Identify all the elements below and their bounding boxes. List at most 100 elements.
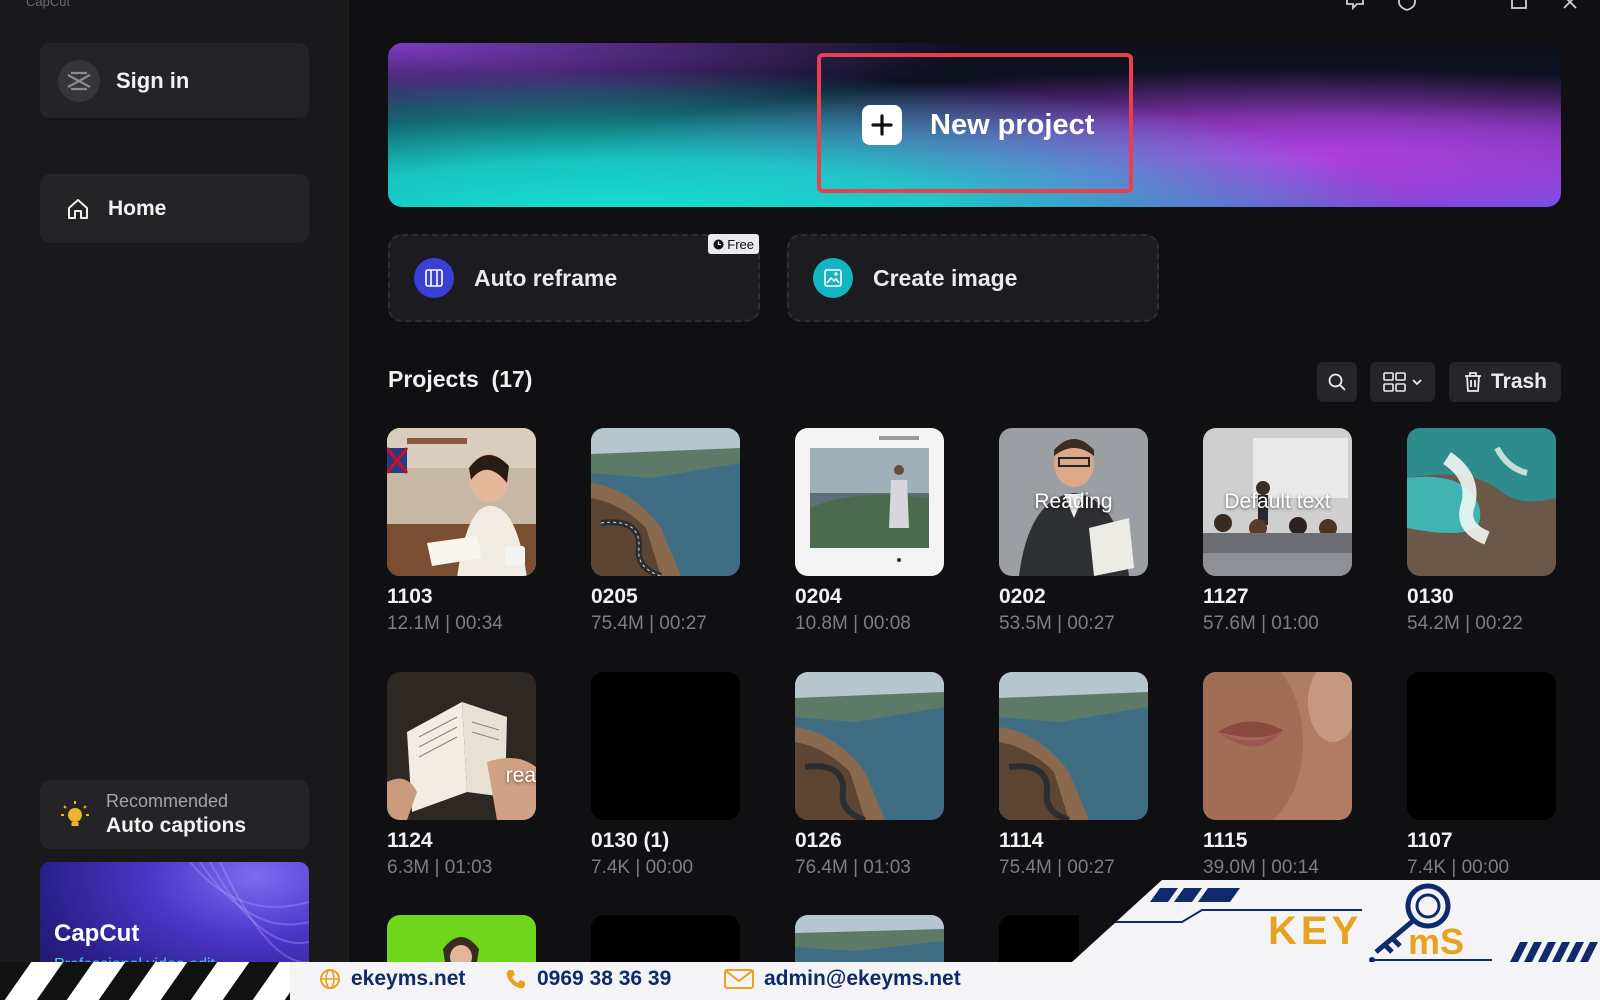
sidebar-item-home[interactable]: Home: [40, 174, 309, 243]
project-thumbnail[interactable]: [387, 915, 536, 962]
project-thumbnail[interactable]: [1407, 428, 1556, 576]
project-card[interactable]: 1115 39.0M | 00:14: [1203, 672, 1353, 879]
project-thumbnail[interactable]: [795, 672, 944, 820]
project-card[interactable]: 1114 75.4M | 00:27: [999, 672, 1149, 879]
free-badge: Free: [708, 234, 759, 254]
project-card[interactable]: 1103 12.1M | 00:34: [387, 428, 537, 635]
project-name: 0205: [591, 585, 638, 608]
project-name: 0130: [1407, 585, 1454, 608]
projects-title: Projects (17): [388, 366, 532, 393]
project-thumbnail[interactable]: [387, 428, 536, 576]
svg-text:mS: mS: [1408, 921, 1464, 962]
phone-icon: [506, 970, 525, 989]
promo-title: CapCut: [54, 920, 140, 947]
project-card[interactable]: Reading 0202 53.5M | 00:27: [999, 428, 1149, 635]
project-card[interactable]: 0126 76.4M | 01:03: [795, 672, 945, 879]
project-name: 1107: [1407, 829, 1453, 852]
project-card[interactable]: 0204 10.8M | 00:08: [795, 428, 945, 635]
project-thumbnail[interactable]: [591, 915, 740, 962]
project-card[interactable]: 1107 7.4K | 00:00: [1407, 672, 1557, 879]
project-thumbnail[interactable]: rea: [387, 672, 536, 820]
recommended-title: Auto captions: [106, 814, 246, 837]
project-meta: 57.6M | 01:00: [1203, 613, 1319, 634]
project-meta: 75.4M | 00:27: [591, 613, 707, 634]
project-meta: 39.0M | 00:14: [1203, 857, 1319, 878]
website-link[interactable]: ekeyms.net: [319, 967, 465, 991]
shield-icon[interactable]: [1395, 0, 1419, 12]
project-thumbnail[interactable]: [1203, 672, 1352, 820]
website-text: ekeyms.net: [351, 967, 466, 990]
projects-title-label: Projects: [388, 366, 479, 392]
project-name: 1124: [387, 829, 433, 852]
project-thumbnail[interactable]: [795, 915, 944, 962]
chevron-down-icon: [1411, 379, 1422, 386]
auto-reframe-label: Auto reframe: [474, 264, 618, 291]
project-thumbnail[interactable]: [999, 672, 1148, 820]
search-button[interactable]: [1317, 362, 1357, 402]
project-thumbnail[interactable]: [999, 915, 1079, 962]
project-name: 1103: [387, 585, 433, 608]
close-icon[interactable]: [1558, 0, 1582, 12]
recommended-auto-captions[interactable]: Recommended Auto captions: [40, 780, 309, 849]
feedback-icon[interactable]: [1343, 0, 1367, 12]
project-name: 1114: [999, 829, 1044, 852]
thumbnail-caption: rea: [505, 764, 536, 787]
project-name: 0130 (1): [591, 829, 670, 852]
thumbnail-caption: Default text: [1224, 490, 1331, 513]
project-card[interactable]: 0130 (1) 7.4K | 00:00: [591, 672, 741, 879]
project-name: 0202: [999, 585, 1046, 608]
project-thumbnail[interactable]: Default text: [1203, 428, 1352, 576]
project-card[interactable]: Default text 1127 57.6M | 01:00: [1203, 428, 1353, 635]
thumbnail-caption: Reading: [1034, 490, 1113, 513]
project-meta: 12.1M | 00:34: [387, 613, 503, 634]
project-thumbnail[interactable]: [591, 672, 740, 820]
sign-in-button[interactable]: Sign in: [40, 43, 309, 118]
plus-icon: [862, 105, 902, 145]
capcut-logo-icon: [58, 59, 100, 102]
keyms-logo-icon: KEY mS: [1268, 883, 1464, 962]
recommended-kicker: Recommended: [106, 791, 229, 811]
create-image-label: Create image: [873, 264, 1018, 291]
project-meta: 75.4M | 00:27: [999, 857, 1115, 878]
trash-label: Trash: [1490, 370, 1548, 393]
image-icon: [813, 258, 853, 298]
project-thumbnail[interactable]: [795, 428, 944, 576]
view-toggle-button[interactable]: [1370, 362, 1435, 402]
sign-in-label: Sign in: [116, 67, 190, 93]
maximize-icon[interactable]: [1507, 0, 1531, 12]
grid-view-icon: [1382, 372, 1406, 392]
project-card[interactable]: 0130 54.2M | 00:22: [1407, 428, 1557, 635]
project-meta: 10.8M | 00:08: [795, 613, 911, 634]
project-meta: 6.3M | 01:03: [387, 857, 493, 878]
project-meta: 54.2M | 00:22: [1407, 613, 1523, 634]
project-name: 1127: [1203, 585, 1249, 608]
auto-reframe-icon: [414, 258, 454, 298]
projects-count: (17): [491, 366, 533, 392]
brand-logo-panel: KEY mS: [1072, 880, 1600, 962]
new-project-button[interactable]: New project: [862, 105, 1094, 145]
create-image-card[interactable]: Create image: [787, 234, 1159, 322]
project-card[interactable]: rea 1124 6.3M | 01:03: [387, 672, 537, 879]
project-name: 1115: [1203, 829, 1248, 852]
mail-icon: [724, 969, 754, 989]
svg-text:KEY: KEY: [1268, 909, 1362, 953]
project-name: 0126: [795, 829, 842, 852]
project-meta: 7.4K | 00:00: [591, 857, 694, 878]
home-icon: [64, 195, 92, 223]
email-text: admin@ekeyms.net: [764, 967, 961, 990]
email-link[interactable]: admin@ekeyms.net: [724, 967, 961, 991]
project-card[interactable]: 0205 75.4M | 00:27: [591, 428, 741, 635]
stripe-decoration: [0, 962, 290, 1000]
trash-button[interactable]: Trash: [1449, 362, 1561, 402]
project-thumbnail[interactable]: Reading: [999, 428, 1148, 576]
project-thumbnail[interactable]: [591, 428, 740, 576]
globe-icon: [320, 969, 340, 989]
project-name: 0204: [795, 585, 842, 608]
sidebar-item-label: Home: [108, 196, 167, 220]
project-thumbnail[interactable]: [1407, 672, 1556, 820]
phone-link[interactable]: 0969 38 36 39: [505, 967, 671, 991]
project-meta: 53.5M | 00:27: [999, 613, 1115, 634]
clock-icon: [713, 239, 724, 249]
auto-reframe-card[interactable]: Auto reframe Free: [388, 234, 760, 322]
project-meta: 76.4M | 01:03: [795, 857, 911, 878]
